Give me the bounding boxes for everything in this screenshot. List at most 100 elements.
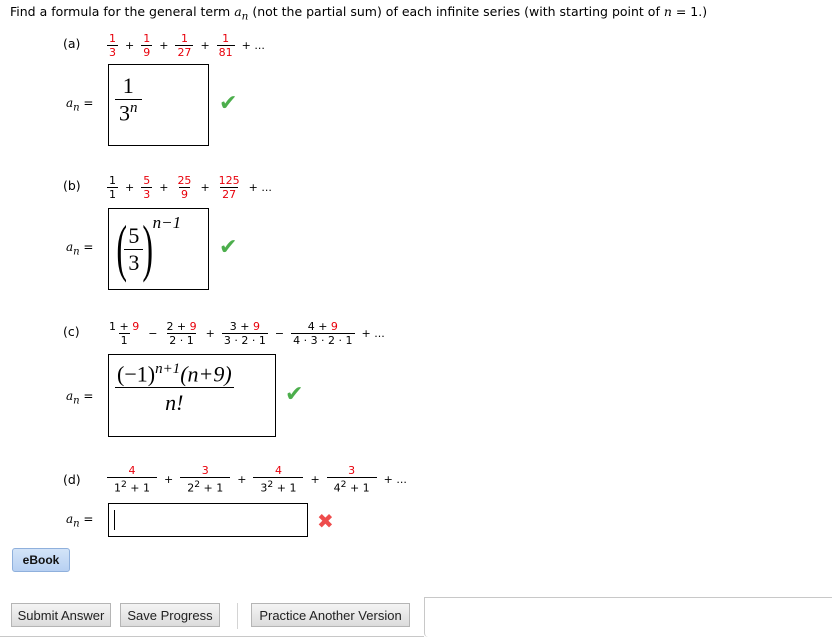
answer-denominator: 3n bbox=[115, 99, 142, 126]
fraction: 1 3n bbox=[115, 73, 142, 126]
series-term: 3 + 93 · 2 · 1 bbox=[221, 320, 268, 347]
operator: + ... bbox=[383, 472, 407, 486]
part-d-label: (d) bbox=[63, 472, 81, 487]
rest: + 1 bbox=[200, 481, 224, 495]
term-denominator: 9 bbox=[141, 45, 153, 59]
series-term: 1 81 bbox=[216, 32, 235, 59]
cross-icon: ✖ bbox=[317, 509, 334, 533]
term-numerator: 4 + 9 bbox=[306, 320, 340, 333]
fraction: (−1)n+1(n+9) n! bbox=[115, 361, 234, 416]
answer-numerator: (−1)n+1(n+9) bbox=[115, 361, 234, 387]
answer-c-math: (−1)n+1(n+9) n! bbox=[115, 361, 234, 416]
operator: + bbox=[200, 39, 210, 52]
answer-numerator: 5 bbox=[128, 223, 140, 248]
instructions-text-3: = 1.) bbox=[671, 4, 708, 19]
operator: + bbox=[310, 472, 320, 486]
ebook-button[interactable]: eBook bbox=[12, 548, 70, 572]
base: 1 bbox=[113, 481, 121, 495]
footer-divider bbox=[0, 636, 424, 637]
term-numerator: 2 + 9 bbox=[164, 320, 198, 333]
numerator-part: 2 + bbox=[166, 320, 190, 333]
operator: + bbox=[159, 39, 169, 52]
series-term: 53 bbox=[141, 174, 153, 201]
term-denominator: 27 bbox=[220, 187, 239, 201]
text-cursor bbox=[114, 510, 115, 530]
an-label: an = bbox=[66, 96, 93, 113]
instructions: Find a formula for the general term a n (… bbox=[10, 4, 707, 23]
term-numerator: 3 bbox=[348, 464, 356, 477]
rest: + 1 bbox=[346, 481, 370, 495]
term-denominator: 4 · 3 · 2 · 1 bbox=[291, 333, 355, 347]
answer-b-math: ( 53 ) n−1 bbox=[111, 213, 181, 283]
term-denominator: 32 + 1 bbox=[253, 477, 304, 495]
term-numerator: 1 bbox=[109, 32, 116, 45]
part-b-series: 11 + 53 + 25 9 + 125 27 + ... bbox=[105, 174, 277, 201]
part-a-series: 13 + 1 9 + 1 27 + 1 81 + ... bbox=[105, 32, 270, 59]
series-term: 11 bbox=[107, 174, 118, 201]
answer-field-c[interactable]: (−1)n+1(n+9) n! bbox=[108, 354, 276, 437]
an-label: an = bbox=[66, 389, 93, 406]
answer-field-b[interactable]: ( 53 ) n−1 bbox=[108, 208, 209, 290]
numerator-highlight: 9 bbox=[189, 320, 197, 333]
left-paren: ( bbox=[116, 212, 127, 283]
operator: + ... bbox=[248, 181, 272, 194]
part-c-label: (c) bbox=[63, 324, 80, 339]
part-a-label: (a) bbox=[63, 36, 81, 51]
an-label: an = bbox=[66, 512, 93, 529]
base: 4 bbox=[333, 481, 341, 495]
series-term: 1 27 bbox=[175, 32, 194, 59]
numerator-part: 4 + bbox=[307, 320, 331, 333]
term-denominator: 12 + 1 bbox=[107, 477, 157, 495]
term-numerator: 125 bbox=[218, 174, 240, 187]
exponent: n+1 bbox=[155, 361, 181, 377]
operator: + bbox=[200, 181, 210, 194]
footer-frame bbox=[424, 597, 832, 637]
submit-answer-button[interactable]: Submit Answer bbox=[11, 603, 111, 627]
term-numerator: 5 bbox=[143, 174, 151, 187]
exponent: n bbox=[130, 100, 138, 116]
an-label: an = bbox=[66, 240, 93, 257]
term-numerator: 25 bbox=[177, 174, 192, 187]
term-denominator: 27 bbox=[175, 45, 194, 59]
practice-another-version-button[interactable]: Practice Another Version bbox=[251, 603, 410, 627]
series-term: 4 + 94 · 3 · 2 · 1 bbox=[291, 320, 355, 347]
term-numerator: 4 bbox=[274, 464, 282, 477]
operator: + ... bbox=[241, 39, 265, 52]
save-progress-button[interactable]: Save Progress bbox=[120, 603, 220, 627]
series-term: 4 32 + 1 bbox=[253, 464, 304, 495]
term-numerator: 1 bbox=[109, 174, 116, 187]
answer-numerator: 1 bbox=[122, 73, 134, 98]
check-icon: ✔ bbox=[219, 235, 238, 260]
series-term: 13 bbox=[107, 32, 118, 59]
term-denominator: 3 · 2 · 1 bbox=[221, 333, 268, 347]
operator: + bbox=[125, 39, 135, 52]
answer-field-a[interactable]: 1 3n bbox=[108, 64, 209, 146]
series-term: 25 9 bbox=[175, 174, 193, 201]
term-numerator: 4 bbox=[128, 464, 136, 477]
term-denominator: 3 bbox=[107, 45, 118, 59]
answer-a-math: 1 3n bbox=[115, 73, 142, 126]
answer-field-d[interactable] bbox=[108, 503, 308, 537]
answer-denominator: 3 bbox=[124, 249, 144, 276]
instructions-text: Find a formula for the general term bbox=[10, 4, 235, 19]
numerator-part: 3 + bbox=[229, 320, 253, 333]
equals-sign: = bbox=[79, 240, 94, 254]
n-symbol: n bbox=[663, 4, 672, 19]
part-b-label: (b) bbox=[63, 178, 81, 193]
exponent: n−1 bbox=[152, 213, 182, 232]
operator: − bbox=[148, 327, 158, 340]
term-denominator: 2 · 1 bbox=[167, 333, 196, 347]
term-denominator: 22 + 1 bbox=[180, 477, 231, 495]
factor-term: (n+9) bbox=[180, 361, 232, 387]
series-term: 4 12 + 1 bbox=[107, 464, 157, 495]
term-numerator: 3 bbox=[201, 464, 209, 477]
operator: + bbox=[237, 472, 247, 486]
rest: + 1 bbox=[126, 481, 151, 495]
equals-sign: = bbox=[79, 389, 94, 403]
sign-term: (−1) bbox=[117, 361, 156, 387]
denominator-base: 3 bbox=[119, 100, 130, 126]
operator: + ... bbox=[361, 327, 385, 340]
series-term: 125 27 bbox=[217, 174, 242, 201]
operator: + bbox=[125, 181, 135, 194]
operator: − bbox=[274, 327, 285, 340]
